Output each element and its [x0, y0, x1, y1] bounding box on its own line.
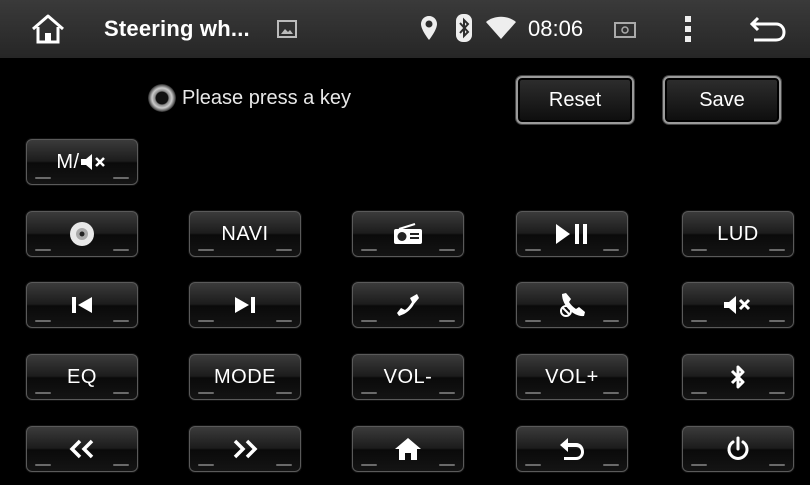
bluetooth-icon — [456, 14, 472, 42]
power-icon — [727, 436, 749, 460]
power-key[interactable] — [682, 426, 794, 472]
play-pause-icon — [556, 224, 587, 244]
home-icon[interactable] — [30, 12, 66, 46]
phone-answer-icon — [397, 294, 419, 316]
lud-key[interactable]: LUD — [682, 211, 794, 257]
back-icon[interactable] — [748, 14, 788, 44]
vol-down-key[interactable]: VOL- — [352, 354, 464, 400]
screenshot-icon — [614, 20, 636, 38]
prompt-text: Please press a key — [182, 86, 351, 109]
wifi-icon — [486, 16, 516, 40]
vol-up-label: VOL+ — [545, 365, 599, 388]
play-pause-key[interactable] — [516, 211, 628, 257]
lud-label: LUD — [717, 222, 759, 245]
location-icon — [420, 15, 438, 41]
rewind-key[interactable] — [26, 426, 138, 472]
key-prompt: Please press a key — [148, 84, 351, 112]
reset-button[interactable]: Reset — [516, 76, 634, 124]
radio-icon — [394, 223, 422, 244]
back-icon — [560, 438, 584, 460]
phone-answer-key[interactable] — [352, 282, 464, 328]
disc-key[interactable] — [26, 211, 138, 257]
fast-forward-key[interactable] — [189, 426, 301, 472]
navi-label: NAVI — [221, 222, 269, 245]
page-title: Steering wh... — [104, 16, 250, 41]
disc-icon — [70, 222, 94, 246]
previous-track-key[interactable] — [26, 282, 138, 328]
save-button[interactable]: Save — [663, 76, 781, 124]
vol-up-key[interactable]: VOL+ — [516, 354, 628, 400]
status-indicator-icon — [148, 84, 176, 112]
rewind-icon — [69, 439, 94, 459]
phone-hangup-key[interactable] — [516, 282, 628, 328]
bluetooth-icon — [730, 365, 745, 389]
previous-track-icon — [72, 297, 92, 313]
mute-mode-label: M/ — [56, 150, 80, 173]
vol-down-label: VOL- — [383, 365, 433, 388]
bluetooth-key[interactable] — [682, 354, 794, 400]
back-key[interactable] — [516, 426, 628, 472]
phone-hangup-icon — [560, 293, 585, 317]
mute-icon — [80, 154, 105, 170]
status-bar: Steering wh... 08:06 — [0, 0, 810, 58]
next-track-key[interactable] — [189, 282, 301, 328]
clock: 08:06 — [528, 16, 584, 41]
eq-label: EQ — [67, 365, 97, 388]
navi-key[interactable]: NAVI — [189, 211, 301, 257]
radio-key[interactable] — [352, 211, 464, 257]
overflow-menu-icon[interactable] — [683, 14, 693, 44]
fast-forward-icon — [233, 439, 258, 459]
mode-label: MODE — [214, 365, 276, 388]
mode-key[interactable]: MODE — [189, 354, 301, 400]
image-icon — [277, 20, 297, 38]
eq-key[interactable]: EQ — [26, 354, 138, 400]
home-key[interactable] — [352, 426, 464, 472]
mute-mode-key[interactable]: M/ — [26, 139, 138, 185]
next-track-icon — [235, 297, 255, 313]
mute-icon — [724, 296, 751, 314]
mute-key[interactable] — [682, 282, 794, 328]
home-icon — [395, 438, 421, 460]
